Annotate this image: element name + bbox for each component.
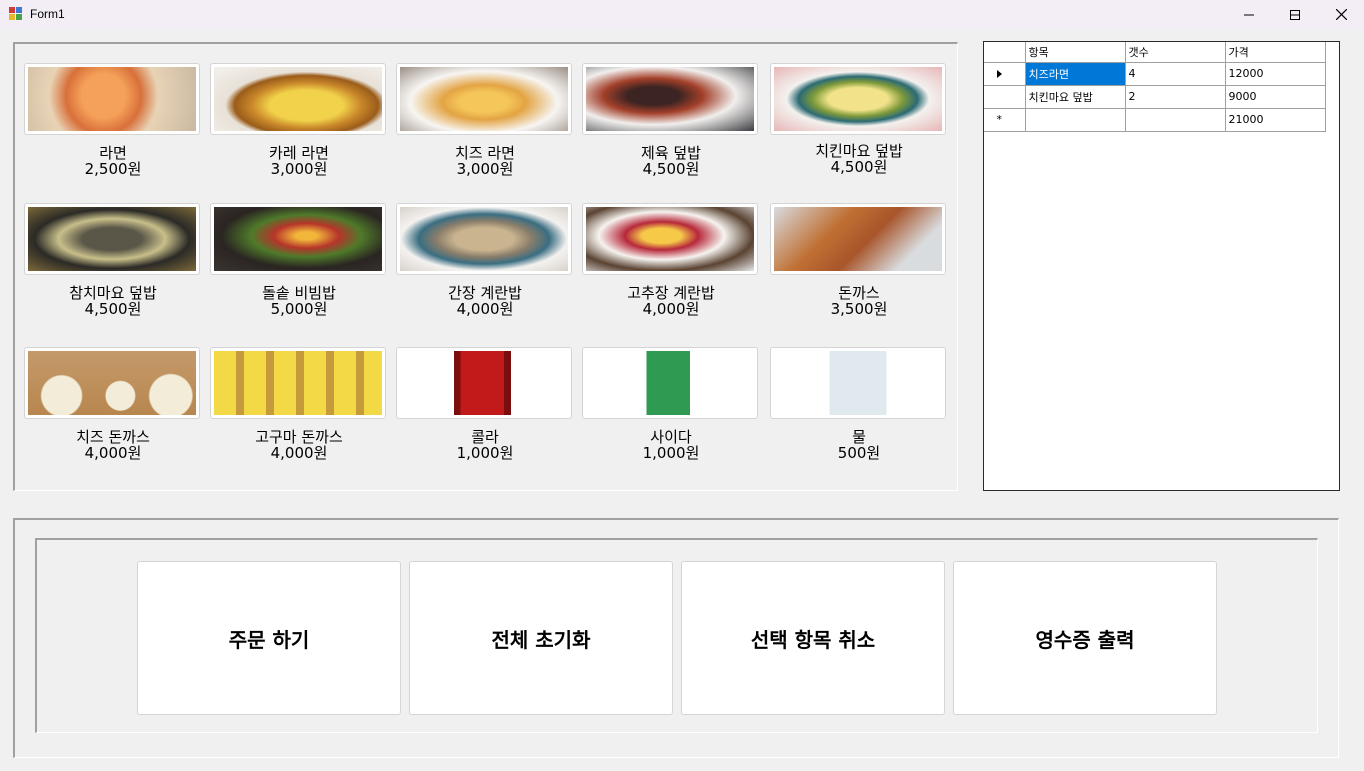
maximize-icon [1290,9,1300,20]
current-row-arrow-icon [996,69,1002,78]
ramen-image [28,67,196,131]
grid-cell-price[interactable]: 9000 [1224,84,1326,109]
column-header-item[interactable]: 항목 [1024,42,1126,63]
row-header-new[interactable]: * [984,107,1026,132]
grid-cell-qty[interactable]: 4 [1124,61,1226,86]
menu-price: 4,000원 [642,300,700,318]
menu-button-tuna-mayo-bowl[interactable] [24,203,200,275]
menu-price: 1,000원 [642,444,700,462]
grid-cell-qty[interactable] [1124,107,1226,132]
menu-button-ramen[interactable] [24,63,200,135]
close-icon [1335,9,1347,20]
cola-image [400,351,568,415]
minimize-icon [1244,14,1254,15]
menu-price: 4,000원 [456,300,514,318]
title-bar: Form1 [0,0,1364,29]
menu-name: 제육 덮밥 [641,144,701,162]
maximize-button[interactable] [1272,0,1318,29]
menu-name: 치킨마요 덮밥 [815,142,903,160]
menu-price: 1,000원 [456,444,514,462]
grid-cell-price[interactable]: 21000 [1224,107,1326,132]
menu-name: 물 [852,428,866,446]
new-row[interactable]: * 21000 [984,107,1326,132]
menu-button-cheese-ramen[interactable] [396,63,572,135]
menu-name: 치즈 돈까스 [76,428,150,446]
grid-header-row: 항목 갯수 가격 [984,42,1326,63]
table-row[interactable]: 치킨마요 덮밥 2 9000 [984,84,1326,109]
cider-image [586,351,754,415]
menu-price: 4,500원 [642,160,700,178]
menu-button-cola[interactable] [396,347,572,419]
grid-cell-price[interactable]: 12000 [1224,61,1326,86]
menu-name: 돌솥 비빔밥 [262,284,336,302]
print-receipt-button[interactable]: 영수증 출력 [953,561,1217,715]
grid-cell-item[interactable]: 치킨마요 덮밥 [1024,84,1126,109]
gochujang-egg-rice-image [586,207,754,271]
chicken-mayo-bowl-image [774,67,942,131]
grid-cell-qty[interactable]: 2 [1124,84,1226,109]
order-grid[interactable]: 항목 갯수 가격 치즈라면 4 12000 치킨마요 덮밥 2 9000 * 2… [983,41,1340,491]
cheese-ramen-image [400,67,568,131]
menu-price: 4,000원 [270,444,328,462]
cancel-selected-button[interactable]: 선택 항목 취소 [681,561,945,715]
menu-price: 3,500원 [830,300,888,318]
window-title: Form1 [30,7,65,21]
menu-price: 500원 [837,444,881,462]
cheese-tonkatsu-image [28,351,196,415]
column-header-qty[interactable]: 갯수 [1124,42,1226,63]
grid-cell-item[interactable]: 치즈라면 [1024,61,1126,86]
menu-price: 3,000원 [456,160,514,178]
menu-name: 콜라 [471,428,499,446]
menu-button-soy-egg-rice[interactable] [396,203,572,275]
menu-name: 돈까스 [838,284,880,302]
menu-button-dolsot-bibimbap[interactable] [210,203,386,275]
curry-ramen-image [214,67,382,131]
reset-all-button[interactable]: 전체 초기화 [409,561,673,715]
menu-button-sweet-potato-tonkatsu[interactable] [210,347,386,419]
menu-button-gochujang-egg-rice[interactable] [582,203,758,275]
menu-price: 4,500원 [830,158,888,176]
row-header[interactable] [984,84,1026,109]
menu-price: 3,000원 [270,160,328,178]
menu-button-cider[interactable] [582,347,758,419]
menu-name: 치즈 라면 [455,144,515,162]
grid-corner-header[interactable] [984,42,1026,63]
new-row-asterisk-icon: * [996,113,1003,126]
order-button[interactable]: 주문 하기 [137,561,401,715]
menu-name: 고구마 돈까스 [255,428,343,446]
sweet-potato-tonkatsu-image [214,351,382,415]
menu-name: 카레 라면 [269,144,329,162]
menu-price: 4,500원 [84,300,142,318]
menu-name: 라면 [99,144,127,162]
column-header-price[interactable]: 가격 [1224,42,1326,63]
tonkatsu-image [774,207,942,271]
grid-cell-item[interactable] [1024,107,1126,132]
menu-price: 4,000원 [84,444,142,462]
table-row[interactable]: 치즈라면 4 12000 [984,61,1326,86]
row-header-current[interactable] [984,61,1026,86]
water-image [774,351,942,415]
jeyuk-bowl-image [586,67,754,131]
app-icon [9,7,23,21]
menu-name: 간장 계란밥 [448,284,522,302]
menu-button-water[interactable] [770,347,946,419]
close-button[interactable] [1318,0,1364,29]
menu-button-chicken-mayo-bowl[interactable] [770,63,946,135]
menu-price: 5,000원 [270,300,328,318]
menu-button-cheese-tonkatsu[interactable] [24,347,200,419]
dolsot-bibimbap-image [214,207,382,271]
menu-name: 고추장 계란밥 [627,284,715,302]
soy-egg-rice-image [400,207,568,271]
tuna-mayo-bowl-image [28,207,196,271]
menu-button-tonkatsu[interactable] [770,203,946,275]
menu-name: 참치마요 덮밥 [69,284,157,302]
menu-price: 2,500원 [84,160,142,178]
menu-button-curry-ramen[interactable] [210,63,386,135]
minimize-button[interactable] [1226,0,1272,29]
menu-name: 사이다 [650,428,692,446]
menu-button-jeyuk-bowl[interactable] [582,63,758,135]
